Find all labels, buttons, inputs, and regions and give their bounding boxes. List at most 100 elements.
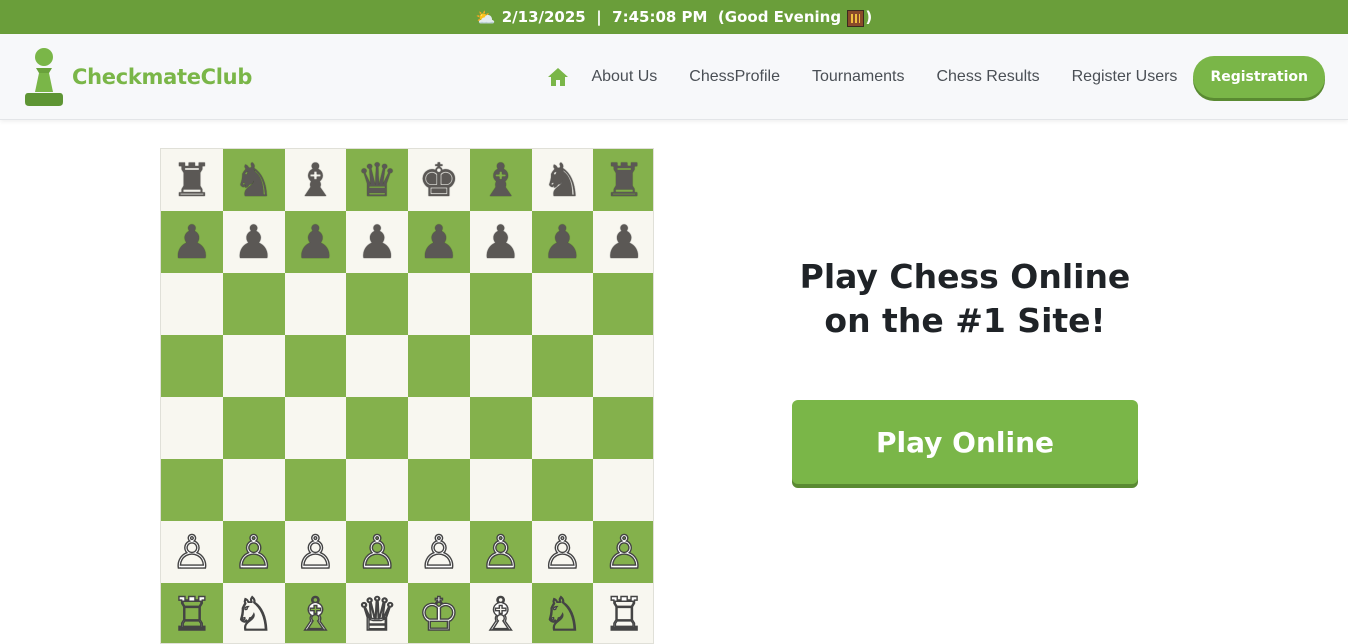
chess-piece[interactable]: ♘ xyxy=(232,590,275,637)
square-g5[interactable] xyxy=(531,335,594,397)
chess-piece[interactable]: ♛ xyxy=(357,157,398,203)
square-d5[interactable] xyxy=(346,335,408,397)
square-d1[interactable]: ♕ xyxy=(346,583,408,643)
nav-about-us[interactable]: About Us xyxy=(591,68,657,86)
square-b8[interactable]: ♞ xyxy=(222,149,285,211)
registration-button[interactable]: Registration xyxy=(1193,56,1325,98)
square-g1[interactable]: ♘ xyxy=(531,583,594,643)
chess-piece[interactable]: ♙ xyxy=(418,528,461,575)
chess-piece[interactable]: ♟ xyxy=(480,219,521,265)
square-b7[interactable]: ♟ xyxy=(222,211,285,273)
square-g2[interactable]: ♙ xyxy=(531,521,594,583)
chess-piece[interactable]: ♟ xyxy=(418,219,459,265)
chess-piece[interactable]: ♝ xyxy=(480,157,521,203)
square-f1[interactable]: ♗ xyxy=(469,583,532,643)
square-d7[interactable]: ♟ xyxy=(346,211,408,273)
square-d3[interactable] xyxy=(346,459,408,521)
square-e2[interactable]: ♙ xyxy=(408,521,470,583)
square-c2[interactable]: ♙ xyxy=(284,521,347,583)
chess-piece[interactable]: ♖ xyxy=(171,590,214,637)
chess-piece[interactable]: ♘ xyxy=(541,590,584,637)
chess-piece[interactable]: ♗ xyxy=(479,590,522,637)
square-e6[interactable] xyxy=(408,273,470,335)
square-b6[interactable] xyxy=(222,273,285,335)
square-g7[interactable]: ♟ xyxy=(531,211,594,273)
square-g8[interactable]: ♞ xyxy=(531,149,594,211)
square-d8[interactable]: ♛ xyxy=(346,149,408,211)
square-f5[interactable] xyxy=(469,335,532,397)
brand-link[interactable]: CheckmateClub xyxy=(22,46,252,108)
square-h1[interactable]: ♖ xyxy=(593,583,653,643)
square-d2[interactable]: ♙ xyxy=(346,521,408,583)
square-f7[interactable]: ♟ xyxy=(469,211,532,273)
square-b4[interactable] xyxy=(222,397,285,459)
nav-chess-results[interactable]: Chess Results xyxy=(936,68,1039,86)
square-a2[interactable]: ♙ xyxy=(161,521,223,583)
square-b2[interactable]: ♙ xyxy=(222,521,285,583)
nav-tournaments[interactable]: Tournaments xyxy=(812,68,905,86)
nav-chess-profile[interactable]: ChessProfile xyxy=(689,68,780,86)
square-g3[interactable] xyxy=(531,459,594,521)
chess-piece[interactable]: ♗ xyxy=(294,590,337,637)
chess-piece[interactable]: ♔ xyxy=(418,590,461,637)
square-c8[interactable]: ♝ xyxy=(284,149,347,211)
chess-piece[interactable]: ♟ xyxy=(295,219,336,265)
chess-piece[interactable]: ♖ xyxy=(603,590,646,637)
square-f3[interactable] xyxy=(469,459,532,521)
square-e3[interactable] xyxy=(408,459,470,521)
square-e1[interactable]: ♔ xyxy=(408,583,470,643)
chess-piece[interactable]: ♟ xyxy=(171,219,212,265)
chess-piece[interactable]: ♙ xyxy=(232,528,275,575)
square-h5[interactable] xyxy=(593,335,653,397)
chess-piece[interactable]: ♟ xyxy=(542,219,583,265)
square-c4[interactable] xyxy=(284,397,347,459)
chess-piece[interactable]: ♝ xyxy=(295,157,336,203)
chess-piece[interactable]: ♟ xyxy=(604,219,645,265)
square-b1[interactable]: ♘ xyxy=(222,583,285,643)
square-f4[interactable] xyxy=(469,397,532,459)
square-h8[interactable]: ♜ xyxy=(593,149,653,211)
chess-piece[interactable]: ♙ xyxy=(479,528,522,575)
chess-piece[interactable]: ♞ xyxy=(233,157,274,203)
square-e4[interactable] xyxy=(408,397,470,459)
square-a1[interactable]: ♖ xyxy=(161,583,223,643)
square-h4[interactable] xyxy=(593,397,653,459)
square-f2[interactable]: ♙ xyxy=(469,521,532,583)
chess-piece[interactable]: ♜ xyxy=(171,157,212,203)
home-icon[interactable] xyxy=(547,67,569,87)
chess-piece[interactable]: ♙ xyxy=(356,528,399,575)
square-a6[interactable] xyxy=(161,273,223,335)
square-d6[interactable] xyxy=(346,273,408,335)
square-e7[interactable]: ♟ xyxy=(408,211,470,273)
square-h7[interactable]: ♟ xyxy=(593,211,653,273)
chess-piece[interactable]: ♟ xyxy=(357,219,398,265)
chess-piece[interactable]: ♜ xyxy=(604,157,645,203)
play-online-button[interactable]: Play Online xyxy=(792,400,1138,484)
chess-piece[interactable]: ♙ xyxy=(294,528,337,575)
square-a8[interactable]: ♜ xyxy=(161,149,223,211)
square-h6[interactable] xyxy=(593,273,653,335)
chess-piece[interactable]: ♟ xyxy=(233,219,274,265)
square-g4[interactable] xyxy=(531,397,594,459)
chess-piece[interactable]: ♙ xyxy=(603,528,646,575)
chess-piece[interactable]: ♙ xyxy=(541,528,584,575)
square-c1[interactable]: ♗ xyxy=(284,583,347,643)
square-f8[interactable]: ♝ xyxy=(469,149,532,211)
square-f6[interactable] xyxy=(469,273,532,335)
chess-piece[interactable]: ♙ xyxy=(171,528,214,575)
chess-piece[interactable]: ♕ xyxy=(356,590,399,637)
square-c6[interactable] xyxy=(284,273,347,335)
square-d4[interactable] xyxy=(346,397,408,459)
square-a3[interactable] xyxy=(161,459,223,521)
square-c7[interactable]: ♟ xyxy=(284,211,347,273)
square-e8[interactable]: ♚ xyxy=(408,149,470,211)
square-e5[interactable] xyxy=(408,335,470,397)
chess-board[interactable]: ♜ ♞ ♝ ♛ ♚ ♝ ♞ ♜ ♟ ♟ ♟ ♟ ♟ ♟ ♟ ♟ ♙ ♙ ♙ ♙ ♙ ♙ ♙ ♙ ♖ ♘ ♗ ♕ ♔ ♗ ♘ ♖ xyxy=(160,148,654,644)
square-a7[interactable]: ♟ xyxy=(161,211,223,273)
square-h2[interactable]: ♙ xyxy=(593,521,653,583)
square-g6[interactable] xyxy=(531,273,594,335)
nav-register-users[interactable]: Register Users xyxy=(1072,68,1178,86)
square-a5[interactable] xyxy=(161,335,223,397)
chess-piece[interactable]: ♞ xyxy=(542,157,583,203)
square-h3[interactable] xyxy=(593,459,653,521)
